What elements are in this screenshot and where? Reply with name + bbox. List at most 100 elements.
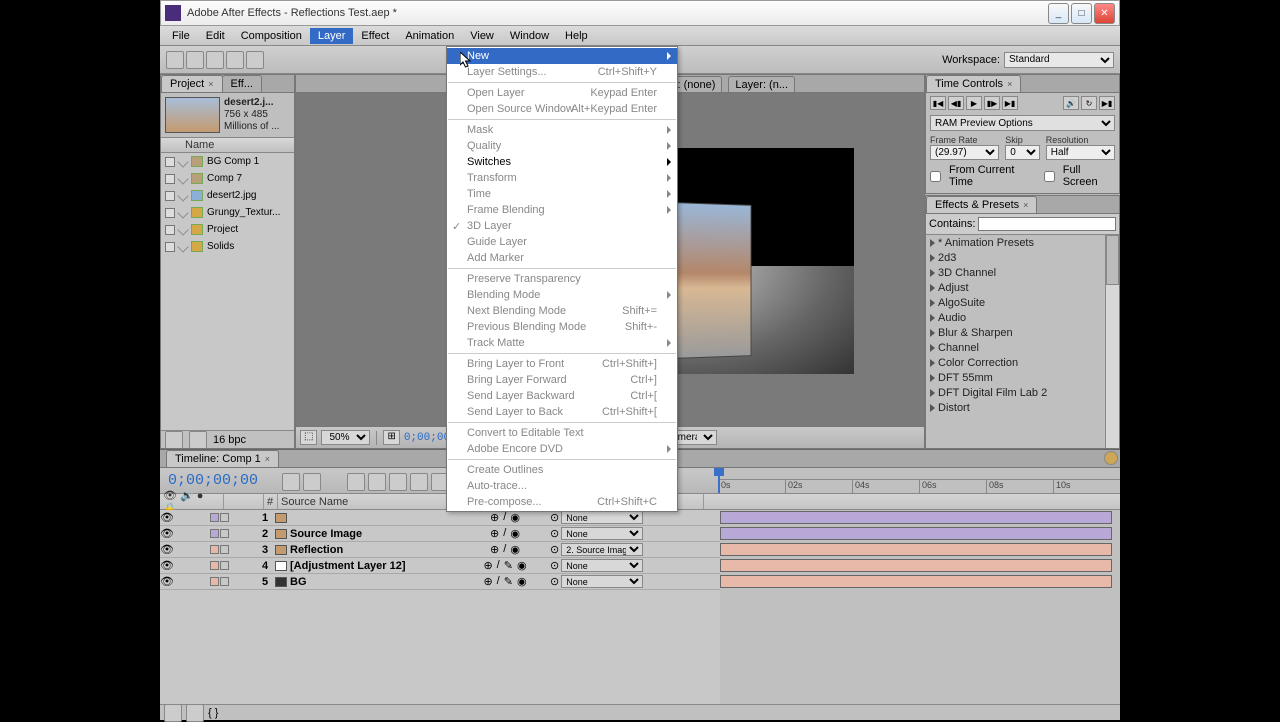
from-current-time-checkbox[interactable]: [930, 171, 941, 182]
first-frame-button[interactable]: ▮◀: [930, 96, 946, 110]
close-icon[interactable]: ×: [1023, 200, 1028, 210]
audio-button[interactable]: 🔊: [1063, 96, 1079, 110]
project-bpc[interactable]: 16 bpc: [213, 434, 246, 446]
maximize-button[interactable]: □: [1071, 3, 1092, 24]
ram-preview-select[interactable]: RAM Preview Options: [930, 115, 1115, 131]
time-ruler[interactable]: 0s02s04s06s08s10s: [718, 468, 1120, 493]
effects-category[interactable]: Adjust: [926, 280, 1119, 295]
framerate-select[interactable]: (29.97): [930, 145, 999, 160]
effects-category[interactable]: Blur & Sharpen: [926, 325, 1119, 340]
tab-layer[interactable]: Layer: (n...: [728, 76, 795, 92]
parent-select[interactable]: 2. Source Imag: [561, 543, 643, 556]
effects-category[interactable]: 3D Channel: [926, 265, 1119, 280]
zoom-tool[interactable]: [206, 51, 224, 69]
toggle-switches-button[interactable]: [186, 704, 204, 722]
zoom-select[interactable]: 50%: [321, 430, 370, 445]
parent-select[interactable]: None: [561, 559, 643, 572]
play-button[interactable]: ▶: [966, 96, 982, 110]
selection-tool[interactable]: [166, 51, 184, 69]
menu-animation[interactable]: Animation: [397, 28, 462, 44]
tab-effects-presets[interactable]: Effects & Presets×: [926, 196, 1037, 213]
menu-item: Pre-compose...Ctrl+Shift+C: [447, 494, 677, 510]
close-icon[interactable]: ×: [265, 454, 270, 464]
toggle-switches-button[interactable]: [164, 704, 182, 722]
project-item[interactable]: Grungy_Textur...: [161, 204, 294, 221]
menu-item[interactable]: Switches: [447, 154, 677, 170]
timeline-zoom-icon[interactable]: [1104, 451, 1118, 465]
current-time-indicator[interactable]: [718, 468, 720, 493]
project-footer-button[interactable]: [189, 431, 207, 449]
effects-category[interactable]: AlgoSuite: [926, 295, 1119, 310]
tab-effect-controls[interactable]: Eff...: [222, 75, 262, 92]
close-icon[interactable]: ×: [1007, 79, 1012, 89]
menu-window[interactable]: Window: [502, 28, 557, 44]
tab-time-controls[interactable]: Time Controls×: [926, 75, 1021, 92]
preview-res-select[interactable]: Half: [1046, 145, 1115, 160]
close-button[interactable]: ✕: [1094, 3, 1115, 24]
effects-search-input[interactable]: [978, 217, 1116, 231]
effects-category[interactable]: Color Correction: [926, 355, 1119, 370]
project-item[interactable]: desert2.jpg: [161, 187, 294, 204]
loop-button[interactable]: ↻: [1081, 96, 1097, 110]
timeline-switch[interactable]: [282, 473, 300, 491]
menu-item: Open Source WindowAlt+Keypad Enter: [447, 101, 677, 117]
layer-bar[interactable]: [720, 511, 1112, 524]
project-list[interactable]: BG Comp 1Comp 7desert2.jpgGrungy_Textur.…: [161, 153, 294, 430]
project-item[interactable]: BG Comp 1: [161, 153, 294, 170]
close-icon[interactable]: ×: [208, 79, 213, 89]
rotate-tool[interactable]: [226, 51, 244, 69]
timeline-layer[interactable]: 👁4[Adjustment Layer 12]⊕/✎◉⊙None: [160, 558, 720, 574]
hand-tool[interactable]: [186, 51, 204, 69]
timeline-layer[interactable]: 👁5BG⊕/✎◉⊙None: [160, 574, 720, 590]
ram-preview-button[interactable]: ▶▮: [1099, 96, 1115, 110]
viewer-button[interactable]: ⊞: [383, 430, 399, 445]
timeline-switch[interactable]: [303, 473, 321, 491]
effects-category[interactable]: Channel: [926, 340, 1119, 355]
parent-select[interactable]: None: [561, 511, 643, 524]
project-footer-button[interactable]: [165, 431, 183, 449]
timeline-layer[interactable]: 👁1⊕/◉⊙None: [160, 510, 720, 526]
project-item[interactable]: Comp 7: [161, 170, 294, 187]
project-item[interactable]: Solids: [161, 238, 294, 255]
menu-item[interactable]: New: [447, 48, 677, 64]
effects-category[interactable]: Distort: [926, 400, 1119, 415]
effects-category[interactable]: DFT 55mm: [926, 370, 1119, 385]
prev-frame-button[interactable]: ◀▮: [948, 96, 964, 110]
layer-bar[interactable]: [720, 527, 1112, 540]
menu-view[interactable]: View: [462, 28, 502, 44]
timeline-switch[interactable]: [389, 473, 407, 491]
effects-category[interactable]: DFT Digital Film Lab 2: [926, 385, 1119, 400]
next-frame-button[interactable]: ▮▶: [984, 96, 1000, 110]
layer-bar[interactable]: [720, 559, 1112, 572]
parent-select[interactable]: None: [561, 527, 643, 540]
timeline-switch[interactable]: [410, 473, 428, 491]
menu-edit[interactable]: Edit: [198, 28, 233, 44]
parent-select[interactable]: None: [561, 575, 643, 588]
timeline-layer[interactable]: 👁3Reflection⊕/◉⊙2. Source Imag: [160, 542, 720, 558]
workspace-select[interactable]: Standard: [1004, 52, 1114, 68]
timeline-layer[interactable]: 👁2Source Image⊕/◉⊙None: [160, 526, 720, 542]
layer-bar[interactable]: [720, 575, 1112, 588]
menu-effect[interactable]: Effect: [353, 28, 397, 44]
skip-select[interactable]: 0: [1005, 145, 1040, 160]
project-item[interactable]: Project: [161, 221, 294, 238]
layer-bar[interactable]: [720, 543, 1112, 556]
effects-category[interactable]: * Animation Presets: [926, 235, 1119, 250]
tab-project[interactable]: Project×: [161, 75, 223, 92]
last-frame-button[interactable]: ▶▮: [1002, 96, 1018, 110]
minimize-button[interactable]: _: [1048, 3, 1069, 24]
effects-category[interactable]: 2d3: [926, 250, 1119, 265]
menu-help[interactable]: Help: [557, 28, 596, 44]
scrollbar[interactable]: [1105, 235, 1119, 448]
tab-timeline[interactable]: Timeline: Comp 1×: [166, 450, 279, 467]
camera-tool[interactable]: [246, 51, 264, 69]
effects-category[interactable]: Audio: [926, 310, 1119, 325]
viewer-button[interactable]: ⬚: [300, 430, 317, 445]
effects-list[interactable]: * Animation Presets2d33D ChannelAdjustAl…: [926, 235, 1119, 448]
full-screen-checkbox[interactable]: [1044, 171, 1055, 182]
timeline-switch[interactable]: [347, 473, 365, 491]
menu-composition[interactable]: Composition: [233, 28, 310, 44]
timeline-switch[interactable]: [368, 473, 386, 491]
menu-file[interactable]: File: [164, 28, 198, 44]
menu-layer[interactable]: Layer: [310, 28, 354, 44]
